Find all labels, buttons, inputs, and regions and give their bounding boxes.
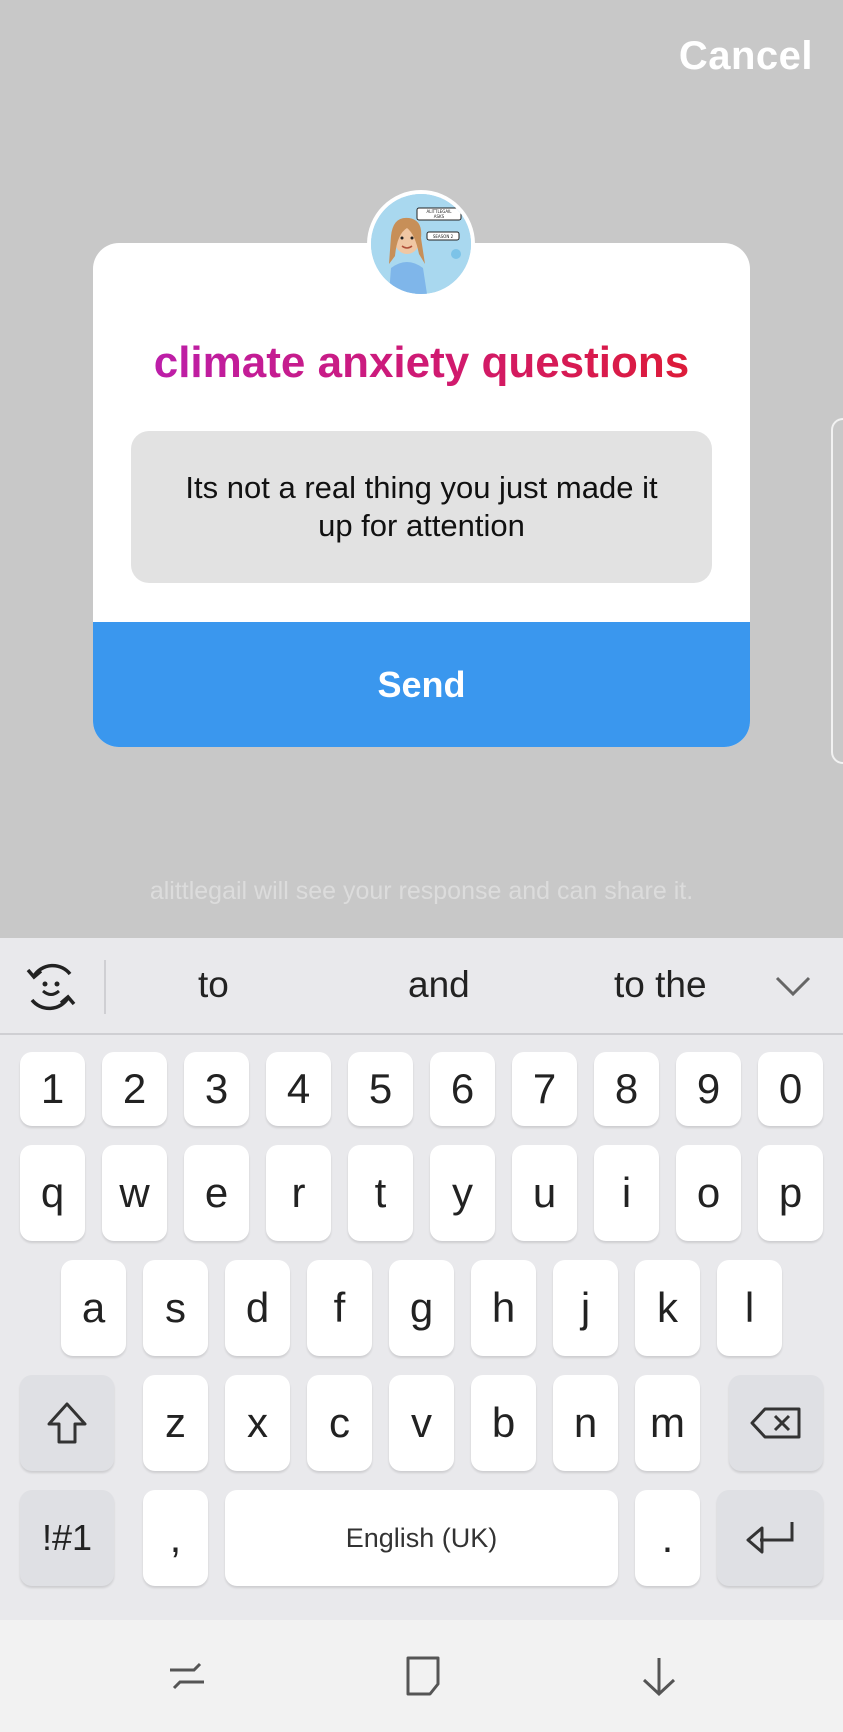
key-w[interactable]: w <box>102 1145 167 1241</box>
avatar-image: ALITTLEGAIL ASKS SEASON 2 <box>371 194 471 294</box>
home-icon[interactable] <box>400 1654 446 1700</box>
suggestion-2[interactable]: and <box>408 964 470 1006</box>
emoji-refresh-icon[interactable] <box>22 958 80 1016</box>
back-icon[interactable] <box>636 1654 682 1700</box>
key-h[interactable]: h <box>471 1260 536 1356</box>
key-r[interactable]: r <box>266 1145 331 1241</box>
avatar: ALITTLEGAIL ASKS SEASON 2 <box>367 190 475 298</box>
space-key[interactable]: English (UK) <box>225 1490 618 1586</box>
key-7[interactable]: 7 <box>512 1052 577 1126</box>
enter-icon <box>746 1522 794 1554</box>
chevron-down-icon[interactable] <box>773 972 813 1000</box>
key-v[interactable]: v <box>389 1375 454 1471</box>
question-title: climate anxiety questions <box>93 338 750 388</box>
key-k[interactable]: k <box>635 1260 700 1356</box>
key-c[interactable]: c <box>307 1375 372 1471</box>
recent-apps-icon[interactable] <box>164 1654 210 1700</box>
key-j[interactable]: j <box>553 1260 618 1356</box>
send-button[interactable]: Send <box>93 622 750 747</box>
keyboard: to and to the 1 2 3 4 5 6 7 8 9 0 q w e … <box>0 938 843 1620</box>
key-o[interactable]: o <box>676 1145 741 1241</box>
key-m[interactable]: m <box>635 1375 700 1471</box>
key-f[interactable]: f <box>307 1260 372 1356</box>
key-e[interactable]: e <box>184 1145 249 1241</box>
key-p[interactable]: p <box>758 1145 823 1241</box>
key-b[interactable]: b <box>471 1375 536 1471</box>
key-6[interactable]: 6 <box>430 1052 495 1126</box>
key-q[interactable]: q <box>20 1145 85 1241</box>
key-a[interactable]: a <box>61 1260 126 1356</box>
key-x[interactable]: x <box>225 1375 290 1471</box>
key-g[interactable]: g <box>389 1260 454 1356</box>
key-d[interactable]: d <box>225 1260 290 1356</box>
key-u[interactable]: u <box>512 1145 577 1241</box>
svg-text:ASKS: ASKS <box>434 214 445 219</box>
system-navigation-bar <box>0 1620 843 1732</box>
comma-key[interactable]: , <box>143 1490 208 1586</box>
backspace-icon <box>750 1407 801 1439</box>
key-5[interactable]: 5 <box>348 1052 413 1126</box>
key-s[interactable]: s <box>143 1260 208 1356</box>
avatar-sticker-text-2: SEASON 2 <box>433 234 454 239</box>
key-t[interactable]: t <box>348 1145 413 1241</box>
suggestion-bar: to and to the <box>0 938 843 1035</box>
key-3[interactable]: 3 <box>184 1052 249 1126</box>
answer-text[interactable]: Its not a real thing you just made it up… <box>171 469 672 545</box>
edge-panel-handle[interactable] <box>831 418 843 764</box>
suggestion-3[interactable]: to the <box>614 964 707 1006</box>
shift-icon <box>47 1402 87 1444</box>
key-z[interactable]: z <box>143 1375 208 1471</box>
key-2[interactable]: 2 <box>102 1052 167 1126</box>
key-i[interactable]: i <box>594 1145 659 1241</box>
answer-input[interactable]: Its not a real thing you just made it up… <box>131 431 712 583</box>
key-n[interactable]: n <box>553 1375 618 1471</box>
avatar-illustration: ALITTLEGAIL ASKS SEASON 2 <box>371 194 471 294</box>
key-1[interactable]: 1 <box>20 1052 85 1126</box>
share-disclaimer: alittlegail will see your response and c… <box>149 877 694 905</box>
backspace-key[interactable] <box>729 1375 823 1471</box>
key-l[interactable]: l <box>717 1260 782 1356</box>
key-9[interactable]: 9 <box>676 1052 741 1126</box>
key-8[interactable]: 8 <box>594 1052 659 1126</box>
shift-key[interactable] <box>20 1375 114 1471</box>
key-4[interactable]: 4 <box>266 1052 331 1126</box>
story-question-reply-screen: Cancel climate anxiety questions Its not… <box>0 0 843 1732</box>
symbols-key[interactable]: !#1 <box>20 1490 114 1586</box>
key-y[interactable]: y <box>430 1145 495 1241</box>
cancel-button[interactable]: Cancel <box>679 34 813 79</box>
question-sticker-card: climate anxiety questions Its not a real… <box>93 243 750 747</box>
period-key[interactable]: . <box>635 1490 700 1586</box>
suggestion-divider <box>104 960 106 1014</box>
key-0[interactable]: 0 <box>758 1052 823 1126</box>
suggestion-1[interactable]: to <box>198 964 229 1006</box>
enter-key[interactable] <box>717 1490 823 1586</box>
